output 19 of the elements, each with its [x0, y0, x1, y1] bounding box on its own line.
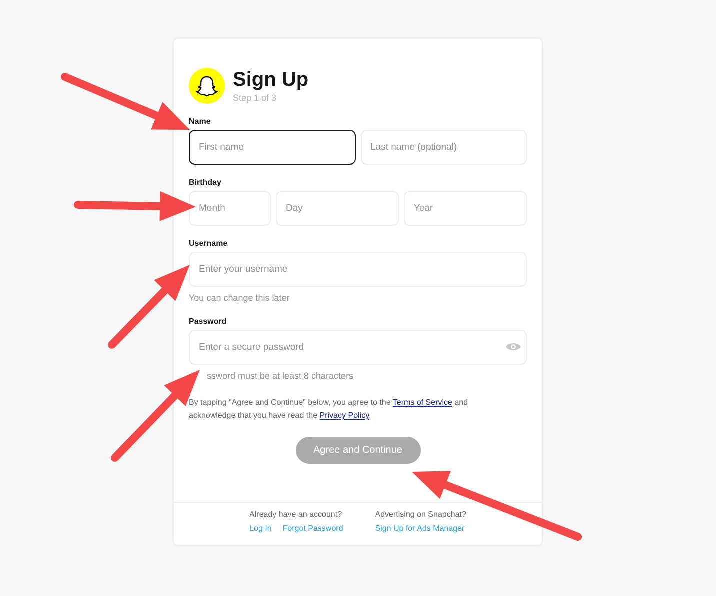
field-label: Name	[189, 117, 212, 127]
terms-text: By tapping "Agree and Continue" below, you agree to the Terms of Service and acknowledge that you have read the Privacy Policy.	[189, 397, 470, 422]
page-title: Sign Up	[233, 68, 309, 92]
input-field[interactable]: First name	[189, 130, 356, 165]
field-label: Birthday	[189, 178, 222, 188]
footer-link[interactable]: Sign Up for Ads Manager	[375, 524, 465, 534]
field-label: Username	[189, 239, 229, 249]
footer-link[interactable]: Log In	[250, 524, 272, 534]
eye-icon[interactable]	[506, 342, 521, 352]
step-indicator: Step 1 of 3	[233, 92, 278, 104]
field-hint: You can change this later	[189, 293, 291, 304]
ghost-logo-icon	[189, 68, 225, 104]
field-label: Password	[189, 317, 228, 327]
footer-question: Advertising on Snapchat?	[375, 510, 466, 520]
footer-question: Already have an account?	[250, 510, 344, 520]
field-hint: ssword must be at least 8 characters	[206, 371, 355, 382]
footer-link[interactable]: Forgot Password	[282, 524, 344, 534]
terms-link[interactable]: Terms of Service	[392, 398, 452, 407]
privacy-link[interactable]: Privacy Policy	[320, 411, 369, 420]
